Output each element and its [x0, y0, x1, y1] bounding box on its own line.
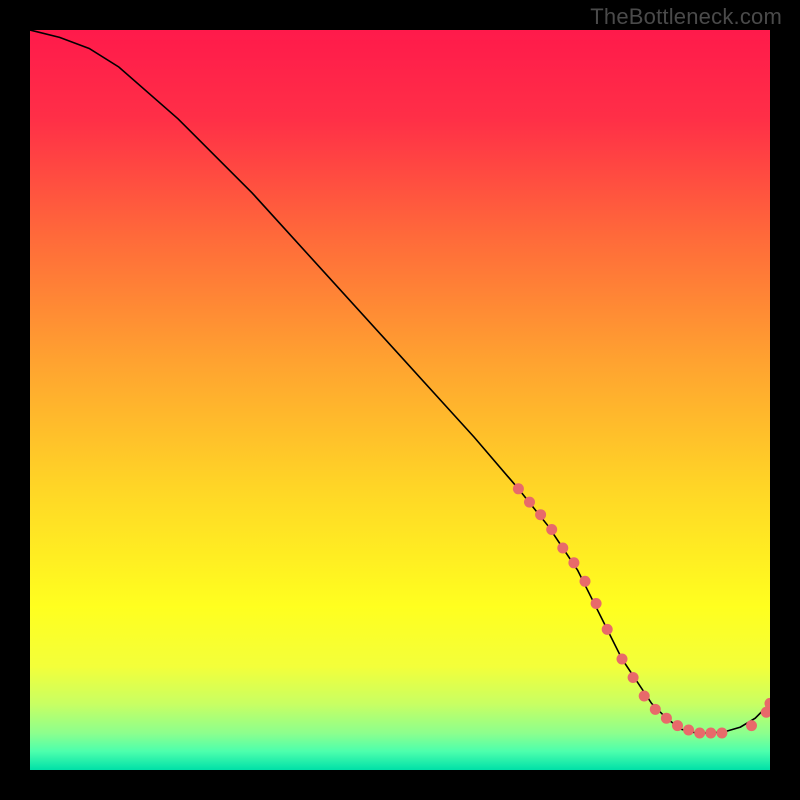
marker-point	[628, 672, 639, 683]
plot-background	[30, 30, 770, 770]
marker-point	[683, 725, 694, 736]
marker-point	[524, 497, 535, 508]
watermark-text: TheBottleneck.com	[590, 4, 782, 30]
marker-point	[535, 509, 546, 520]
marker-point	[568, 557, 579, 568]
marker-point	[639, 691, 650, 702]
marker-point	[591, 598, 602, 609]
marker-point	[513, 483, 524, 494]
marker-point	[694, 728, 705, 739]
marker-point	[602, 624, 613, 635]
marker-point	[716, 728, 727, 739]
chart-stage: TheBottleneck.com	[0, 0, 800, 800]
marker-point	[557, 543, 568, 554]
bottleneck-plot	[30, 30, 770, 770]
marker-point	[546, 524, 557, 535]
marker-point	[617, 654, 628, 665]
marker-point	[580, 576, 591, 587]
marker-point	[650, 704, 661, 715]
marker-point	[746, 720, 757, 731]
marker-point	[672, 720, 683, 731]
marker-point	[705, 728, 716, 739]
marker-point	[661, 713, 672, 724]
